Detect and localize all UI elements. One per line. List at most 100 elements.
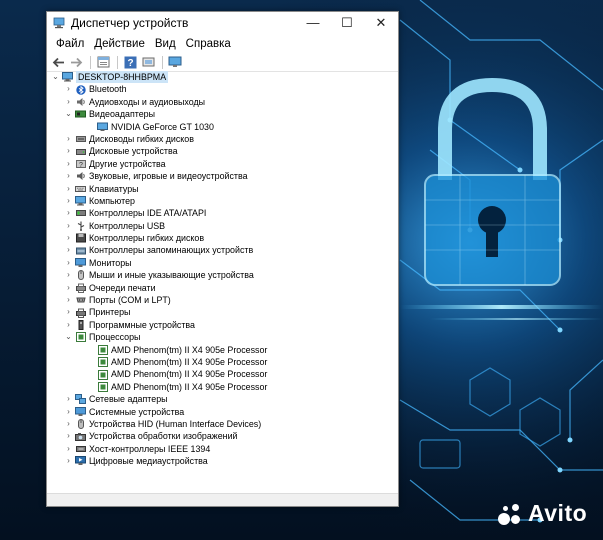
expand-chevron-icon[interactable]: › xyxy=(64,306,73,318)
expand-chevron-icon[interactable]: › xyxy=(64,183,73,195)
collapse-chevron-icon[interactable]: ⌄ xyxy=(64,331,73,343)
tree-category-2[interactable]: ⌄ Видеоадаптеры xyxy=(47,108,398,120)
tree-item-label: Контроллеры USB xyxy=(89,220,166,231)
expand-chevron-icon[interactable]: › xyxy=(64,393,73,405)
tree-item-label: Мониторы xyxy=(89,257,132,268)
tree-device-19-3[interactable]: AMD Phenom(tm) II X4 905e Processor xyxy=(47,381,398,393)
expand-chevron-icon[interactable]: › xyxy=(64,83,73,95)
expand-chevron-icon[interactable]: › xyxy=(64,232,73,244)
expand-chevron-icon[interactable]: › xyxy=(64,319,73,331)
expand-chevron-icon[interactable]: › xyxy=(64,294,73,306)
speaker-icon xyxy=(75,97,86,107)
expand-chevron-icon[interactable]: › xyxy=(64,282,73,294)
expand-chevron-icon[interactable]: › xyxy=(64,195,73,207)
avito-watermark: Avito xyxy=(498,500,587,527)
menu-view[interactable]: Вид xyxy=(150,38,181,50)
tree-category-22[interactable]: › Устройства HID (Human Interface Devices… xyxy=(47,418,398,430)
tree-category-4[interactable]: › Дисковые устройства xyxy=(47,145,398,157)
tree-category-7[interactable]: › Клавиатуры xyxy=(47,183,398,195)
expand-chevron-icon[interactable]: › xyxy=(64,443,73,455)
tree-category-3[interactable]: › Дисководы гибких дисков xyxy=(47,133,398,145)
menu-file[interactable]: Файл xyxy=(51,38,89,50)
maximize-icon: ☐ xyxy=(341,14,353,30)
status-bar xyxy=(47,493,398,506)
floppy-controller-icon xyxy=(75,233,86,243)
tree-item-label: Bluetooth xyxy=(89,84,127,95)
cpu-icon xyxy=(97,357,108,368)
expand-chevron-icon[interactable]: › xyxy=(64,430,73,442)
network-adapter-icon xyxy=(75,394,86,405)
tree-category-20[interactable]: › Сетевые адаптеры xyxy=(47,393,398,405)
tree-category-1[interactable]: › Аудиовходы и аудиовыходы xyxy=(47,96,398,108)
tree-category-0[interactable]: › Bluetooth xyxy=(47,83,398,95)
tree-category-12[interactable]: › Контроллеры запоминающих устройств xyxy=(47,244,398,256)
maximize-button[interactable]: ☐ xyxy=(330,12,364,33)
tree-category-5[interactable]: ›? Другие устройства xyxy=(47,158,398,170)
expand-chevron-icon[interactable]: › xyxy=(64,133,73,145)
tree-category-25[interactable]: › Цифровые медиаустройства xyxy=(47,455,398,467)
expand-chevron-icon[interactable]: › xyxy=(64,170,73,182)
tree-device-2-0[interactable]: NVIDIA GeForce GT 1030 xyxy=(47,121,398,133)
expand-chevron-icon[interactable]: › xyxy=(64,96,73,108)
close-button[interactable]: ✕ xyxy=(364,12,398,33)
device-manager-window: Диспетчер устройств — ☐ ✕ Файл Действие … xyxy=(46,11,399,507)
monitor-scan-icon[interactable] xyxy=(167,55,183,69)
tree-category-24[interactable]: › Хост-контроллеры IEEE 1394 xyxy=(47,443,398,455)
expand-chevron-icon[interactable]: › xyxy=(64,269,73,281)
tree-device-19-2[interactable]: AMD Phenom(tm) II X4 905e Processor xyxy=(47,368,398,380)
cpu-icon xyxy=(97,344,108,355)
tree-item-label: Видеоадаптеры xyxy=(89,109,155,120)
processor-icon xyxy=(75,332,86,343)
tree-category-10[interactable]: › Контроллеры USB xyxy=(47,220,398,232)
tree-item-label: Процессоры xyxy=(89,332,141,343)
hid-icon xyxy=(75,419,86,430)
expand-chevron-icon[interactable]: › xyxy=(64,244,73,256)
device-tree: ⌄ DESKTOP-8HHBPMA › Bluetooth › Аудиовходы … xyxy=(47,71,398,494)
unknown-device-icon: ? xyxy=(75,159,86,169)
tree-item-label: Звуковые, игровые и видеоустройства xyxy=(89,171,248,182)
avito-brand-text: Avito xyxy=(528,500,588,526)
mouse-icon xyxy=(75,270,86,281)
tree-category-15[interactable]: › Очереди печати xyxy=(47,282,398,294)
expand-chevron-icon[interactable]: › xyxy=(64,257,73,269)
expand-chevron-icon[interactable]: › xyxy=(64,207,73,219)
tree-category-14[interactable]: › Мыши и иные указывающие устройства xyxy=(47,269,398,281)
tree-category-11[interactable]: › Контроллеры гибких дисков xyxy=(47,232,398,244)
title-bar[interactable]: Диспетчер устройств — ☐ ✕ xyxy=(47,12,398,33)
tree-item-label: Дисководы гибких дисков xyxy=(89,133,194,144)
tree-category-9[interactable]: › Контроллеры IDE ATA/ATAPI xyxy=(47,207,398,219)
floppy-drive-icon xyxy=(75,134,86,144)
tree-category-21[interactable]: › Системные устройства xyxy=(47,406,398,418)
tree-category-8[interactable]: › Компьютер xyxy=(47,195,398,207)
expand-chevron-icon[interactable]: › xyxy=(64,220,73,232)
avito-logo-icon xyxy=(498,502,524,526)
tree-root[interactable]: ⌄ DESKTOP-8HHBPMA xyxy=(47,71,398,84)
tree-item-label: Компьютер xyxy=(89,195,135,206)
tree-device-19-1[interactable]: AMD Phenom(tm) II X4 905e Processor xyxy=(47,356,398,368)
tree-device-19-0[interactable]: AMD Phenom(tm) II X4 905e Processor xyxy=(47,344,398,356)
help-icon[interactable]: ? xyxy=(122,55,138,69)
back-arrow-icon[interactable] xyxy=(50,55,66,69)
expand-chevron-icon[interactable]: › xyxy=(64,145,73,157)
menu-help[interactable]: Справка xyxy=(181,38,236,50)
collapse-chevron-icon[interactable]: ⌄ xyxy=(51,71,60,83)
tree-category-16[interactable]: › Порты (COM и LPT) xyxy=(47,294,398,306)
menu-action[interactable]: Действие xyxy=(89,38,150,50)
tree-category-18[interactable]: › Программные устройства xyxy=(47,319,398,331)
tree-category-6[interactable]: › Звуковые, игровые и видеоустройства xyxy=(47,170,398,182)
tree-category-13[interactable]: › Мониторы xyxy=(47,257,398,269)
tree-category-23[interactable]: › Устройства обработки изображений xyxy=(47,430,398,442)
tree-item-label: AMD Phenom(tm) II X4 905e Processor xyxy=(111,381,268,392)
expand-chevron-icon[interactable]: › xyxy=(64,455,73,467)
tree-category-19[interactable]: ⌄ Процессоры xyxy=(47,331,398,343)
update-driver-icon[interactable] xyxy=(140,55,156,69)
forward-arrow-icon[interactable] xyxy=(68,55,84,69)
properties-icon[interactable] xyxy=(95,55,111,69)
expand-chevron-icon[interactable]: › xyxy=(64,406,73,418)
tree-category-17[interactable]: › Принтеры xyxy=(47,306,398,318)
computer-icon xyxy=(62,72,73,82)
collapse-chevron-icon[interactable]: ⌄ xyxy=(64,108,73,120)
expand-chevron-icon[interactable]: › xyxy=(64,418,73,430)
expand-chevron-icon[interactable]: › xyxy=(64,158,73,170)
minimize-button[interactable]: — xyxy=(296,12,330,33)
